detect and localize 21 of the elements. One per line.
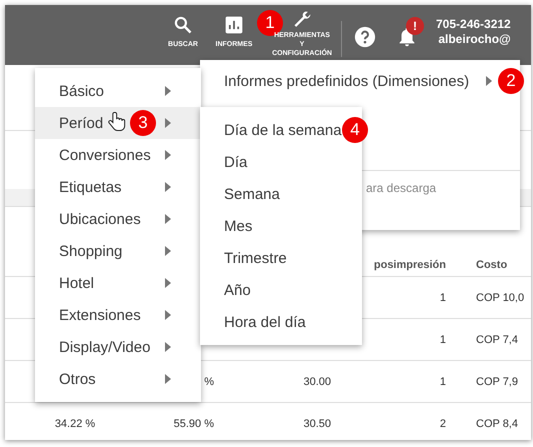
column-header: Costo xyxy=(476,259,508,271)
table-cell: 1 xyxy=(440,292,446,304)
table-cell: COP 7,4 xyxy=(476,334,518,346)
account-email: albeirocho@ xyxy=(437,32,511,47)
table-cell: 30.50 xyxy=(303,418,331,430)
table-cell: COP 7,9 xyxy=(476,376,518,388)
table-cell: 30.00 xyxy=(303,376,331,388)
column-header: posimpresión xyxy=(374,259,446,271)
callout-badge: 4 xyxy=(342,117,368,143)
table-cell: COP 8,4 xyxy=(476,418,518,430)
account-phone: 705-246-3212 xyxy=(436,17,511,32)
table-cell: 55.90 % xyxy=(174,418,214,430)
callout-badge: 2 xyxy=(498,68,524,94)
table-cell: 1 xyxy=(440,376,446,388)
notification-badge: ! xyxy=(406,17,424,35)
table-cell: COP 10,0 xyxy=(476,292,524,304)
table-cell: 34.22 % xyxy=(54,418,96,430)
table-cell: % xyxy=(204,376,214,388)
table-cell: 1 xyxy=(440,334,446,346)
table-cell: 2 xyxy=(440,418,446,430)
menu-footer-text: ara descarga xyxy=(366,181,436,195)
